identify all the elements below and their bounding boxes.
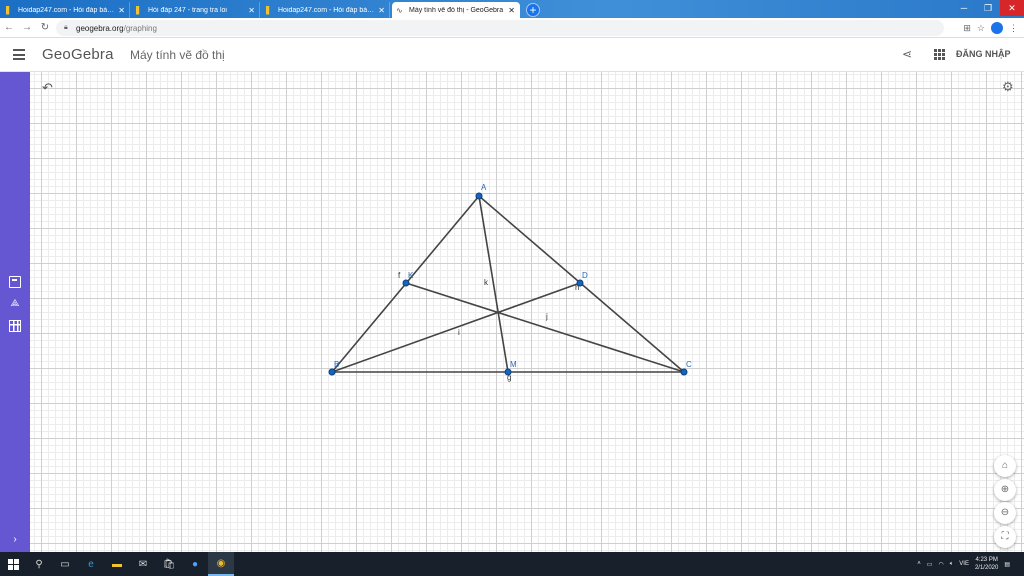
tab-close-icon[interactable]: ✕ bbox=[248, 6, 255, 15]
close-window-icon[interactable]: ✕ bbox=[1000, 0, 1024, 16]
login-button[interactable]: ĐĂNG NHẬP bbox=[956, 49, 1011, 59]
restore-icon[interactable]: ❐ bbox=[976, 0, 1000, 16]
url-path: /graphing bbox=[123, 23, 157, 33]
store-icon[interactable]: 🛍︎ bbox=[156, 552, 182, 576]
tab-title: Hoidap247.com - Hỏi đáp bài tập bbox=[278, 6, 375, 14]
clock-date: 2/1/2020 bbox=[974, 565, 999, 571]
notifications-icon[interactable]: ▤ bbox=[1004, 561, 1010, 568]
clock-time: 4:23 PM bbox=[975, 557, 998, 563]
volume-icon[interactable]: 🔈︎ bbox=[950, 561, 954, 568]
tab-close-icon[interactable]: ✕ bbox=[118, 6, 125, 15]
app-title: Máy tính vẽ đồ thị bbox=[130, 48, 225, 62]
bookmark-star-icon[interactable]: ☆ bbox=[977, 23, 985, 34]
address-bar[interactable]: 🔒︎ geogebra.org/graphing bbox=[56, 20, 944, 36]
tab-close-icon[interactable]: ✕ bbox=[378, 6, 385, 15]
back-icon[interactable]: ← bbox=[0, 22, 18, 33]
battery-icon[interactable]: ▭ bbox=[927, 561, 933, 568]
lock-icon: 🔒︎ bbox=[64, 24, 68, 31]
file-explorer-icon[interactable]: ▬ bbox=[104, 552, 130, 576]
geogebra-logo: GeoGebra bbox=[42, 46, 114, 63]
expand-panel-chevron-icon[interactable]: › bbox=[9, 534, 21, 546]
hoidap247-favicon-icon bbox=[6, 5, 10, 15]
hamburger-menu-icon[interactable] bbox=[13, 49, 25, 63]
tab-title: Hoidap247.com - Hỏi đáp bài tập bbox=[18, 6, 115, 14]
browser-tab-geogebra[interactable]: ∿ Máy tính vẽ đồ thị - GeoGebra ✕ bbox=[392, 2, 520, 18]
table-icon[interactable] bbox=[9, 320, 21, 332]
forward-icon[interactable]: → bbox=[18, 22, 36, 33]
undo-icon[interactable]: ↶ bbox=[42, 80, 53, 96]
zoom-out-button[interactable]: ⊖ bbox=[994, 502, 1016, 524]
graphics-canvas[interactable] bbox=[30, 72, 1024, 552]
input-language[interactable]: VIE bbox=[959, 561, 969, 567]
chrome-icon[interactable]: ◉ bbox=[208, 552, 234, 576]
show-hidden-icons-icon[interactable]: ˄ bbox=[917, 561, 921, 567]
edge-browser-icon[interactable]: e bbox=[78, 552, 104, 576]
window-controls: ─ ❐ ✕ bbox=[952, 0, 1024, 16]
tab-close-icon[interactable]: ✕ bbox=[508, 6, 515, 15]
mail-icon[interactable]: ✉ bbox=[130, 552, 156, 576]
start-button[interactable] bbox=[0, 552, 26, 576]
reload-icon[interactable]: ↻ bbox=[36, 22, 54, 33]
task-view-icon[interactable]: ▭ bbox=[52, 552, 78, 576]
browser-tab-2[interactable]: Hỏi đáp 247 - trang tra loi ✕ bbox=[132, 2, 260, 18]
windows-taskbar: ⚲ ▭ e ▬ ✉ 🛍︎ ● ◉ ˄ ▭ ◠ 🔈︎ VIE 4:23 PM 2/… bbox=[0, 552, 1024, 576]
search-icon[interactable]: ⚲ bbox=[26, 552, 52, 576]
browser-tab-3[interactable]: Hoidap247.com - Hỏi đáp bài tập ✕ bbox=[262, 2, 390, 18]
windows-logo-icon bbox=[7, 558, 19, 570]
translate-icon[interactable]: ⊞ bbox=[963, 23, 971, 34]
apps-grid-icon[interactable] bbox=[934, 49, 945, 60]
hoidap247-favicon-icon bbox=[266, 5, 270, 15]
url-domain: geogebra.org bbox=[76, 23, 124, 33]
hoidap247-favicon-icon bbox=[136, 5, 140, 15]
share-icon[interactable]: ⋖ bbox=[902, 47, 912, 61]
wifi-icon[interactable]: ◠ bbox=[938, 561, 943, 568]
tools-shapes-icon[interactable]: ⟁ bbox=[9, 298, 21, 310]
tab-title: Máy tính vẽ đồ thị - GeoGebra bbox=[409, 6, 504, 14]
home-view-button[interactable]: ⌂ bbox=[994, 455, 1016, 477]
new-tab-button[interactable]: + bbox=[526, 3, 540, 17]
zoom-in-button[interactable]: ⊕ bbox=[994, 479, 1016, 501]
clock[interactable]: 4:23 PM 2/1/2020 bbox=[975, 556, 998, 572]
settings-gear-icon[interactable]: ⚙ bbox=[1002, 79, 1014, 95]
geogebra-favicon-icon: ∿ bbox=[396, 5, 403, 15]
algebra-toolbar: ⟁ › bbox=[0, 72, 30, 552]
browser-tab-strip: Hoidap247.com - Hỏi đáp bài tập ✕ Hỏi đá… bbox=[0, 0, 1024, 18]
calculator-icon[interactable] bbox=[9, 276, 21, 288]
browser-tab-1[interactable]: Hoidap247.com - Hỏi đáp bài tập ✕ bbox=[2, 2, 130, 18]
profile-avatar-icon[interactable] bbox=[991, 22, 1003, 34]
browser-toolbar: ← → ↻ 🔒︎ geogebra.org/graphing ⊞ ☆ ⋮ bbox=[0, 18, 1024, 38]
tab-title: Hỏi đáp 247 - trang tra loi bbox=[148, 6, 227, 14]
system-tray: ˄ ▭ ◠ 🔈︎ VIE 4:23 PM 2/1/2020 ▤ bbox=[917, 552, 1010, 576]
minimize-icon[interactable]: ─ bbox=[952, 0, 976, 16]
menu-kebab-icon[interactable]: ⋮ bbox=[1009, 23, 1018, 34]
zalo-icon[interactable]: ● bbox=[182, 552, 208, 576]
fullscreen-button[interactable]: ⛶ bbox=[994, 526, 1016, 548]
app-header: GeoGebra Máy tính vẽ đồ thị ⋖ ĐĂNG NHẬP bbox=[0, 38, 1024, 72]
